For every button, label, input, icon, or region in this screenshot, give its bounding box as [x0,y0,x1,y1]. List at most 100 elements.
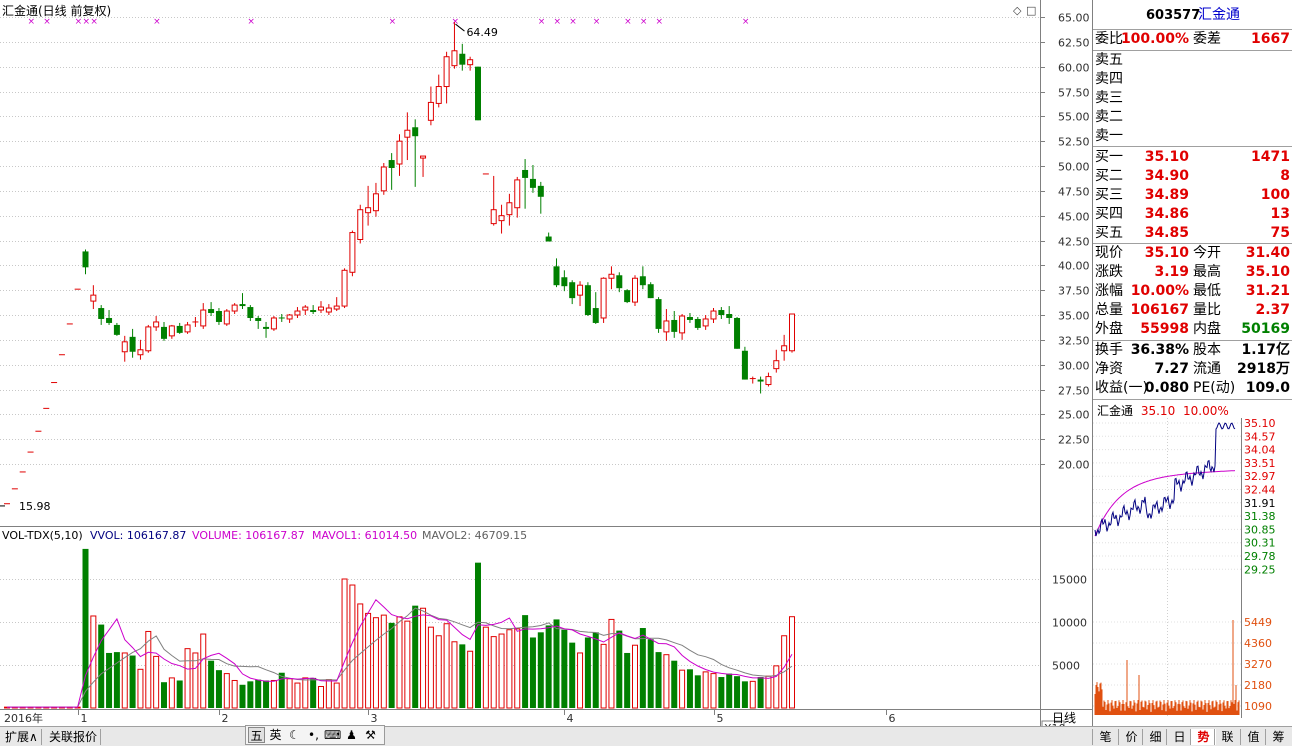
price-axis-label: 27.50 [1058,385,1090,398]
bid-price: 35.10 [1144,149,1189,165]
ask-label: 卖二 [1095,109,1123,125]
ask-label: 卖一 [1095,128,1123,144]
tab-tick[interactable]: 笔 [1092,729,1118,745]
intraday-vol-label: 1090 [1244,700,1272,713]
intraday-chart[interactable]: 35.1034.5734.0433.5132.9732.4431.9131.38… [1093,418,1292,718]
volume-bar [168,677,175,709]
ime-five-icon[interactable]: 五 [248,727,265,743]
stat-value: 3.19 [1154,264,1189,280]
volume-bar [333,682,340,709]
weicha-label: 委差 [1193,31,1221,47]
bid-row: 买一 35.10 1471 [1093,148,1292,167]
tab-detail[interactable]: 细 [1142,729,1168,745]
volume-bar [302,677,309,709]
punctuation-icon[interactable]: •, [305,727,322,743]
candle-body [490,209,497,225]
tab-day[interactable]: 日 [1166,729,1192,745]
stat-label: 股本 [1193,342,1221,358]
candle-body [773,360,780,370]
volume-bar [608,618,615,709]
keyboard-icon[interactable]: ⌨ [324,727,341,743]
stat-label: 内盘 [1193,321,1221,337]
wrench-icon[interactable]: ⚒ [362,727,379,743]
candle-body [592,308,599,323]
volume-bar [106,652,113,708]
stat-label: 量比 [1193,302,1221,318]
vvol-label: VVOL: 106167.87 [90,529,186,542]
volume-bar [459,644,466,708]
tab-price[interactable]: 价 [1118,729,1144,745]
stock-name[interactable]: 汇金通 [1198,6,1240,25]
user-icon[interactable]: ♟ [343,727,360,743]
signal-marker: × [90,17,98,27]
volume-bar [200,633,207,709]
candle-body [577,284,584,296]
candle-body [318,306,324,311]
volume-bar [679,669,686,709]
candle-body [506,202,513,216]
candle-body [200,309,207,327]
ask-row: 卖二 [1093,108,1292,127]
intraday-price-label: 31.91 [1244,497,1276,510]
signal-marker: × [538,17,546,27]
candle-body [145,326,152,352]
price-axis-label: 57.50 [1058,87,1090,100]
candle-body [349,232,356,273]
moon-icon[interactable]: ☾ [286,727,303,743]
stat-label: 外盘 [1095,321,1123,337]
stat-value: 106167 [1130,302,1189,318]
volume-bar [671,660,678,708]
volume-bar [749,680,756,709]
volume-bar [208,660,215,708]
volume-bar [420,607,427,709]
price-axis-label: 20.00 [1058,459,1090,472]
tab-link[interactable]: 联 [1214,729,1240,745]
divider [1093,146,1292,147]
tab-trend[interactable]: 势 [1190,729,1216,745]
signal-marker: × [742,17,750,27]
candle-body [310,310,317,313]
stat-value: 31.40 [1245,245,1290,261]
mavol2-label: MAVOL2: 46709.15 [422,529,527,542]
volume-bar [537,632,544,708]
volume-bar [153,655,160,709]
candle-body [498,215,505,222]
high-marker-label: 64.49 [466,26,498,39]
candle-body [372,193,379,212]
stat-label: 今开 [1193,245,1221,261]
intraday-price-label: 31.38 [1244,510,1276,523]
square-icon: □ [1026,4,1036,17]
ime-english-icon[interactable]: 英 [267,727,284,743]
tab-extend[interactable]: 扩展∧ [2,729,42,745]
volume-bar [553,619,560,708]
ask-label: 卖四 [1095,71,1123,87]
bid-volume: 8 [1280,168,1290,184]
candle-body [286,314,293,320]
tab-chips[interactable]: 筹 [1265,729,1291,745]
quote-panel: 603577 汇金通 委比 100.00% 委差 1667 卖五 卖四 卖三 卖二 卖一… [1092,0,1292,726]
date-axis-label: 2 [222,712,229,725]
ime-toolbar: 五 英 ☾ •, ⌨ ♟ ⚒ [245,725,385,745]
volume-bar [726,673,733,708]
price-axis-label: 30.00 [1058,360,1090,373]
candle-body [98,308,105,319]
volume-bar [734,676,741,708]
tab-value[interactable]: 值 [1240,729,1266,745]
candle-body [443,56,450,88]
intraday-vol-label: 3270 [1244,658,1272,671]
bid-price: 34.89 [1144,187,1189,203]
price-axis-label: 47.50 [1058,186,1090,199]
volume-bar [655,652,662,708]
intraday-pct: 10.00% [1183,404,1229,418]
date-axis-label: 1 [81,712,88,725]
kline-chart[interactable]: 65.00 62.50 60.00 57.50 55.00 52.50 50.00 47.50… [0,0,1092,726]
stat-row: 总量 106167 量比 2.37 [1093,301,1292,320]
volume-bar [482,626,489,709]
tab-related-quotes[interactable]: 关联报价 [46,729,102,745]
signal-marker: × [554,17,562,27]
candle-body [459,53,466,65]
candle-body [129,336,136,352]
candle-body [522,169,529,178]
volume-bar [506,629,513,709]
volume-bar [639,628,646,708]
